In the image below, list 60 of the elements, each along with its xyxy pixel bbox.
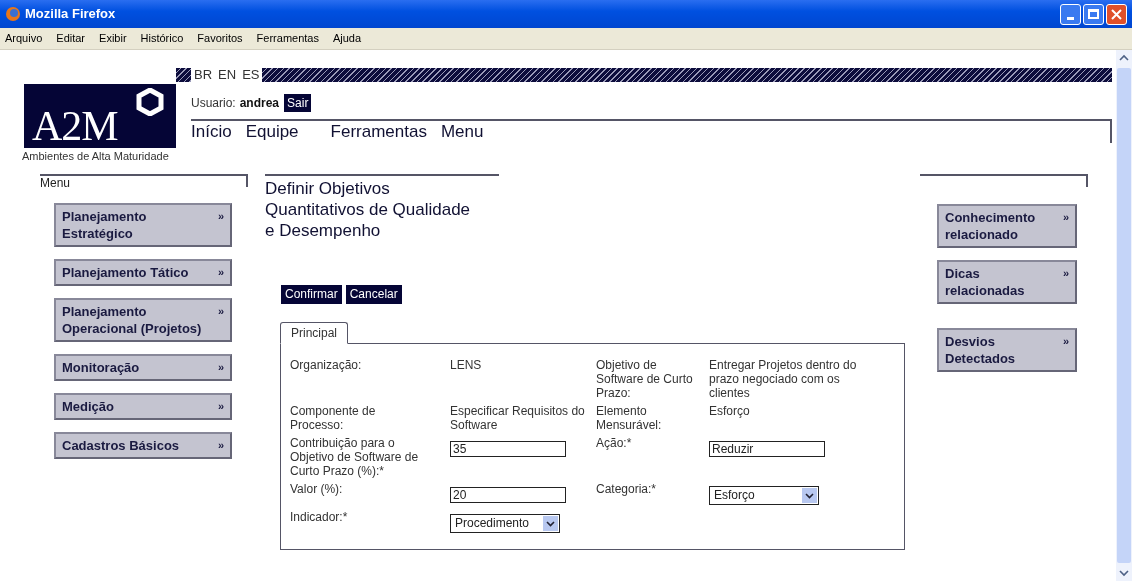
menu-button[interactable]: Conhecimento relacionado »: [937, 204, 1077, 248]
minimize-button[interactable]: [1060, 3, 1081, 25]
menu-button[interactable]: Planejamento Tático »: [54, 259, 232, 286]
field-label: Ação:*: [596, 436, 633, 450]
menu-item[interactable]: Arquivo: [5, 30, 43, 47]
field-label: Contribuição para o Objetivo de Software de Curto Prazo (%):*: [290, 436, 420, 478]
page-title: Definir Objetivos Quantitativos de Qualidade e Desempenho: [265, 178, 472, 241]
field-label: Valor (%):: [290, 482, 344, 496]
menu-button[interactable]: Monitoração »: [54, 354, 232, 381]
text-input[interactable]: Reduzir: [709, 441, 825, 457]
menu-item[interactable]: Exibir: [99, 30, 127, 47]
field-value: Especificar Requisitos do Software: [450, 404, 586, 432]
menu-item[interactable]: Ajuda: [332, 30, 362, 47]
nav-link[interactable]: Início: [191, 122, 232, 143]
menu-button[interactable]: Planejamento Estratégico »: [54, 203, 232, 247]
menu-button[interactable]: Planejamento Operacional (Projetos) »: [54, 298, 232, 342]
menu-header: Menu: [40, 174, 248, 187]
tagline: Ambientes de Alta Maturidade: [22, 150, 170, 162]
field-value: LENS: [450, 358, 483, 372]
field-label: Categoria:*: [596, 482, 658, 496]
action-button[interactable]: Confirmar: [281, 285, 342, 304]
menu-button[interactable]: Cadastros Básicos »: [54, 432, 232, 459]
field-value: Esforço: [709, 404, 751, 418]
nav-link[interactable]: Menu: [440, 122, 484, 143]
user-label: Usuario:: [191, 95, 236, 112]
dropdown[interactable]: Procedimento: [450, 513, 560, 533]
maximize-button[interactable]: [1083, 3, 1104, 25]
field-label: Organização:: [290, 358, 363, 372]
language-link[interactable]: BR: [194, 68, 213, 82]
menu-item[interactable]: Favoritos: [197, 30, 243, 47]
hexagon-logo-icon: [136, 88, 164, 116]
user-name: andrea: [239, 95, 280, 112]
menu-item[interactable]: Histórico: [140, 30, 184, 47]
scrollbar-thumb[interactable]: [1117, 68, 1131, 563]
language-link[interactable]: EN: [218, 68, 237, 82]
logo: A2M: [24, 84, 176, 148]
hatched-bar: [176, 68, 191, 82]
text-input[interactable]: 35: [450, 441, 566, 457]
menu-item[interactable]: Ferramentas: [256, 30, 319, 47]
tab[interactable]: Principal: [280, 322, 349, 344]
window-title: Mozilla Firefox: [25, 5, 116, 24]
browser-logo-icon: [5, 6, 21, 22]
action-button[interactable]: Cancelar: [345, 285, 402, 304]
field-value: Entregar Projetos dentro do prazo negociado com os clientes: [709, 358, 858, 400]
logout-button[interactable]: Sair: [284, 94, 312, 112]
field-label: Componente de Processo:: [290, 404, 377, 432]
field-label: Objetivo de Software de Curto Prazo:: [596, 358, 694, 400]
menu-item[interactable]: Editar: [56, 30, 86, 47]
text-input[interactable]: 20: [450, 487, 566, 503]
nav-link[interactable]: Equipe: [245, 122, 299, 143]
nav-link[interactable]: Ferramentas: [330, 122, 427, 143]
field-label: Indicador:*: [290, 510, 349, 524]
field-label: Elemento Mensurável:: [596, 404, 663, 432]
close-button[interactable]: [1106, 3, 1127, 25]
dropdown[interactable]: Esforço: [709, 485, 819, 505]
menu-button[interactable]: Dicas relacionadas »: [937, 260, 1077, 304]
language-link[interactable]: ES: [242, 68, 260, 82]
menu-button[interactable]: Medição »: [54, 393, 232, 420]
close-icon: [1111, 8, 1122, 20]
menu-button[interactable]: Desvios Detectados »: [937, 328, 1077, 372]
